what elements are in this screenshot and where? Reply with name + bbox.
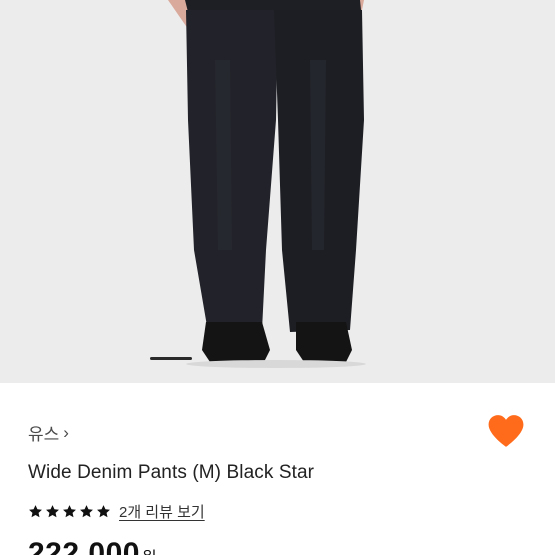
star-icon xyxy=(80,505,93,518)
like-button[interactable] xyxy=(487,413,525,449)
star-rating xyxy=(28,504,111,519)
product-info: 유스 › Wide Denim Pants (M) Black Star 2개 … xyxy=(0,383,555,555)
star-icon xyxy=(63,505,76,518)
price-currency: 원 xyxy=(142,550,157,555)
rating-row: 2개 리뷰 보기 xyxy=(28,501,205,522)
heart-icon xyxy=(488,415,524,447)
shop-name: 유스 xyxy=(28,425,60,444)
star-icon xyxy=(29,505,42,518)
shop-link[interactable]: 유스 › xyxy=(28,420,69,445)
review-link[interactable]: 2개 리뷰 보기 xyxy=(119,501,205,522)
carousel-indicator xyxy=(150,357,192,360)
product-title: Wide Denim Pants (M) Black Star xyxy=(28,462,315,483)
chevron-right-icon: › xyxy=(63,423,69,442)
price-value: 222,000 xyxy=(28,537,140,555)
price: 222,000원 xyxy=(28,537,157,555)
pants-photo xyxy=(168,0,366,368)
star-icon xyxy=(46,505,59,518)
star-icon xyxy=(97,505,110,518)
product-image[interactable] xyxy=(0,0,555,383)
